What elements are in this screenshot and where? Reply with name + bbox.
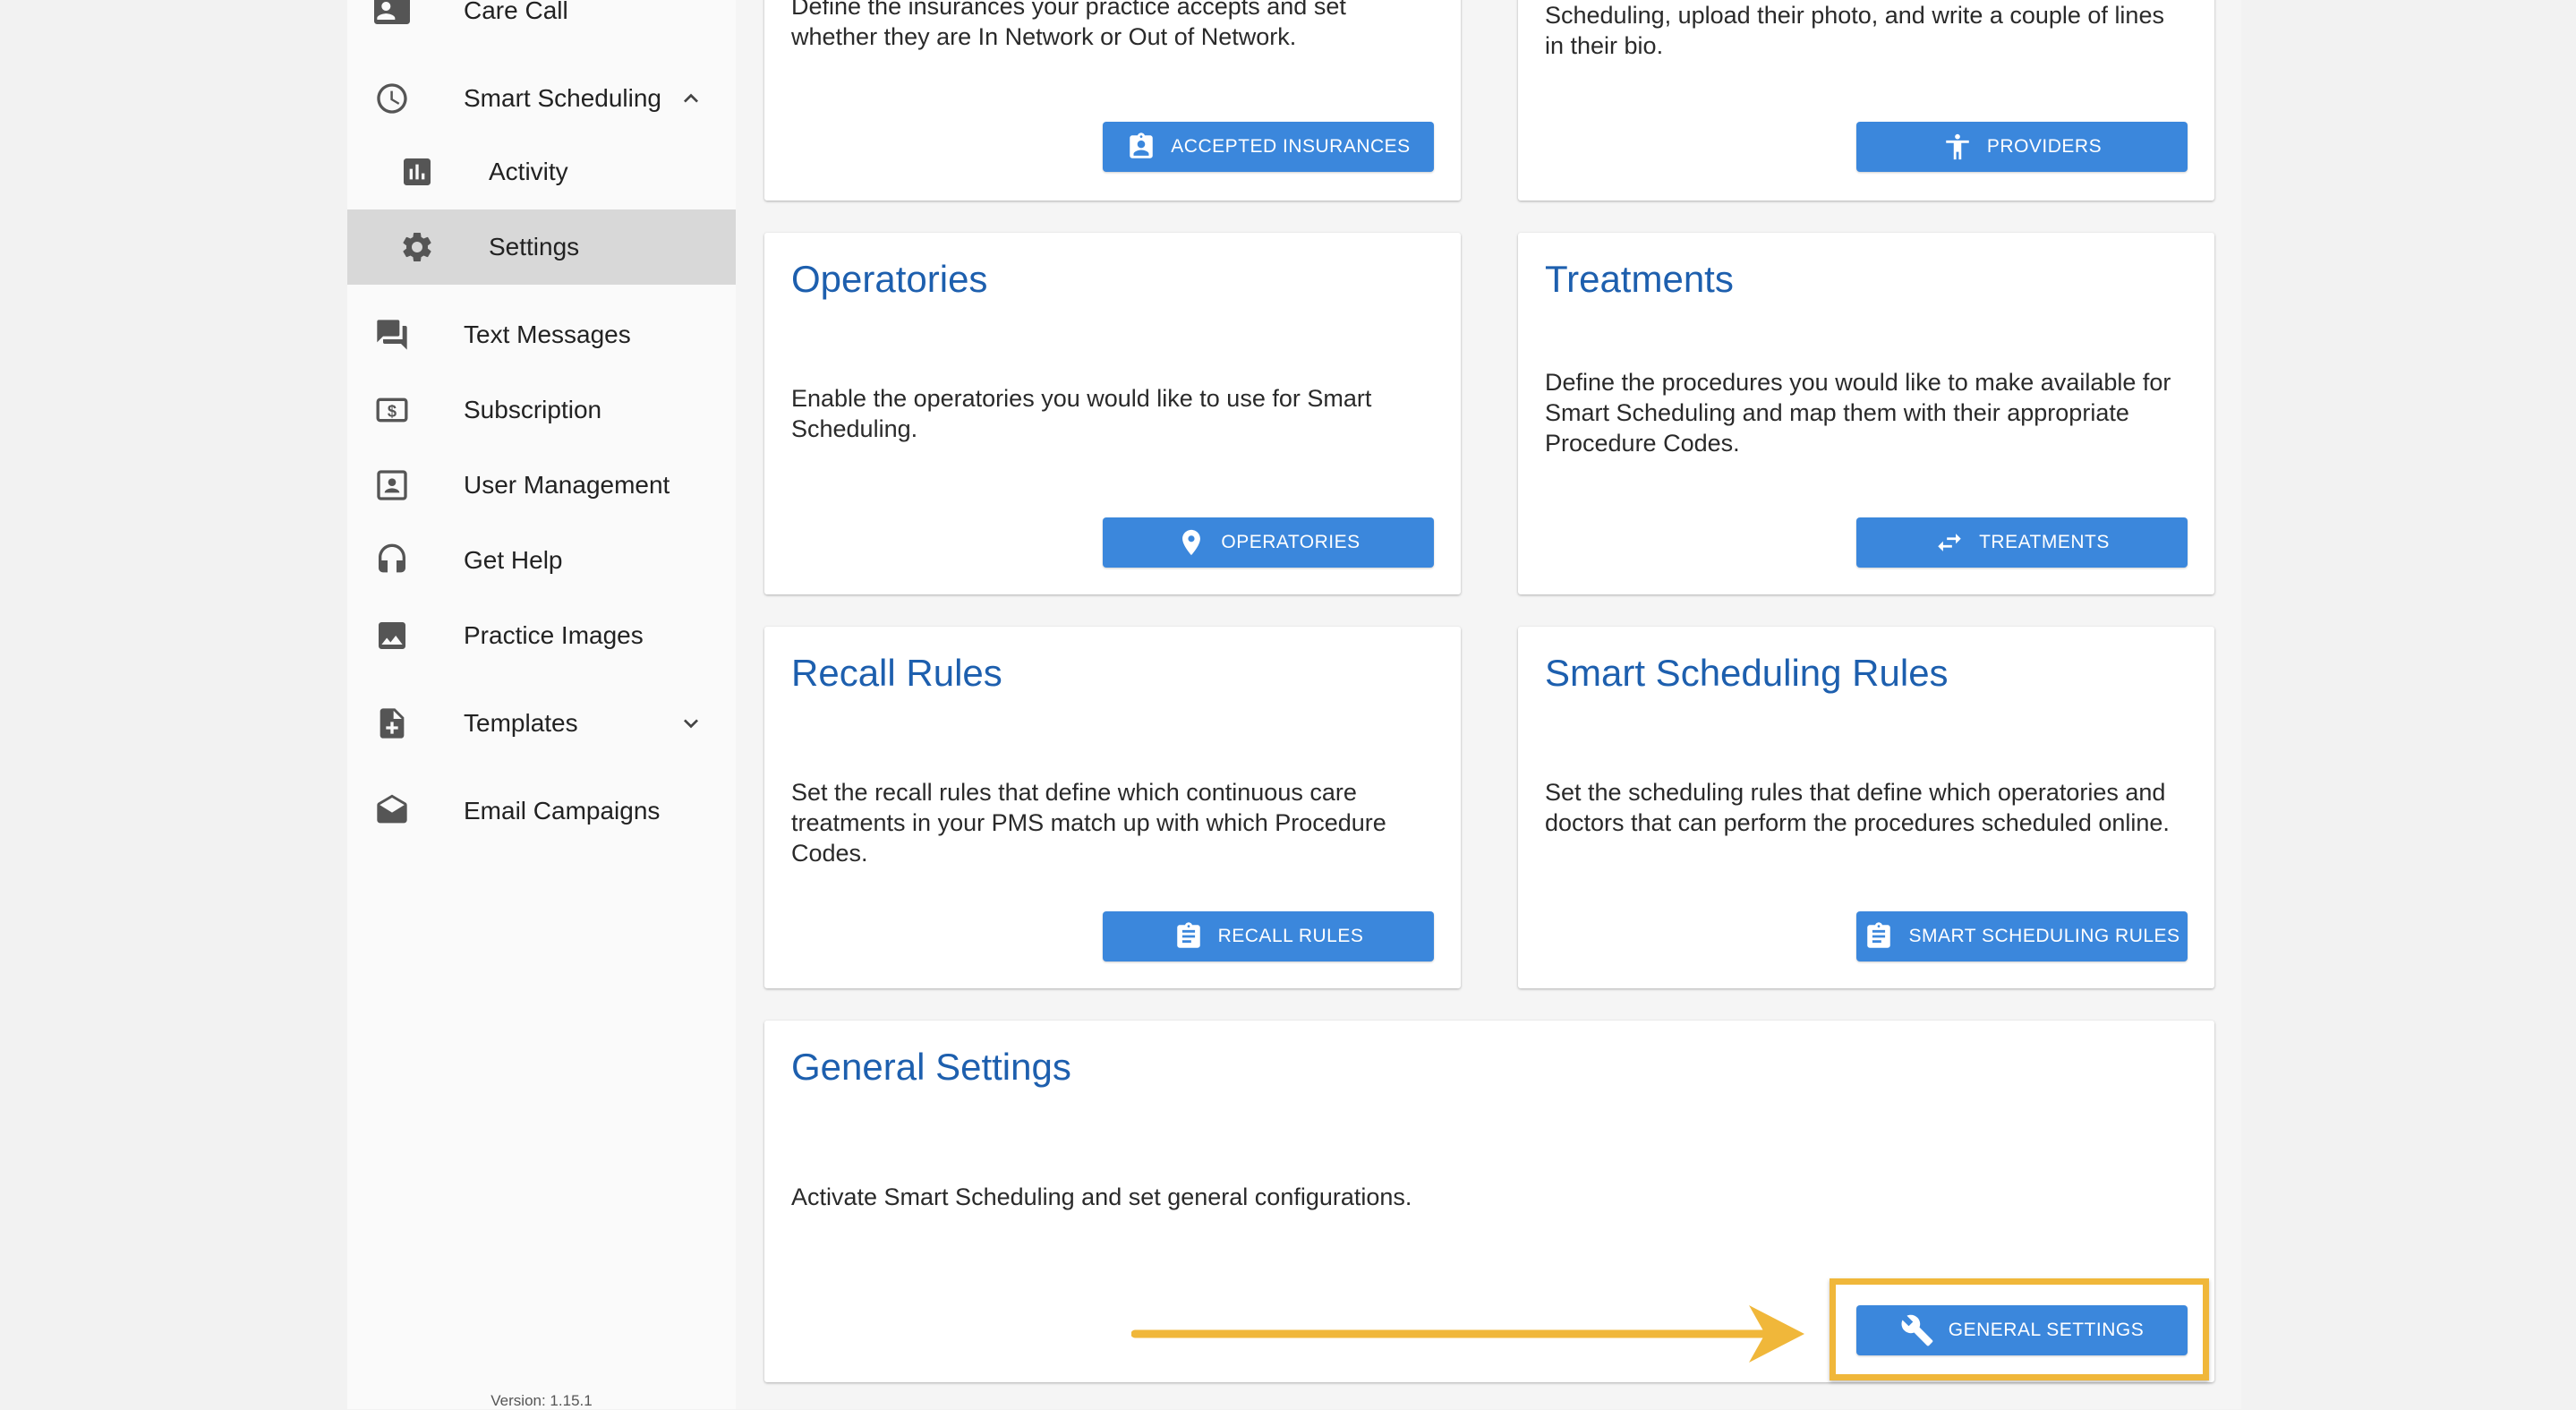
headset-icon xyxy=(374,543,410,578)
pointer-arrow-icon xyxy=(1131,1305,1804,1363)
sidebar-item-label: Smart Scheduling xyxy=(464,84,662,112)
button-label: OPERATORIES xyxy=(1221,532,1361,552)
bar-chart-icon xyxy=(399,154,435,190)
sidebar-item-subscription[interactable]: $ Subscription xyxy=(347,372,736,448)
card-recall-rules: Recall Rules Set the recall rules that d… xyxy=(764,627,1461,988)
card-description: Enable the operatories you would like to… xyxy=(791,385,1372,442)
card-operatories: Operatories Enable the operatories you w… xyxy=(764,233,1461,594)
sidebar-item-templates[interactable]: Templates xyxy=(347,686,736,761)
sidebar-item-user-management[interactable]: User Management xyxy=(347,448,736,523)
card-description: Define the insurances your practice acce… xyxy=(791,0,1346,50)
sidebar-item-label: Care Call xyxy=(464,0,568,24)
highlight-box xyxy=(1830,1278,2209,1380)
sidebar-item-label: User Management xyxy=(464,471,670,499)
card-title: General Settings xyxy=(791,1046,1071,1088)
card-title: Operatories xyxy=(791,258,988,300)
sidebar-item-practice-images[interactable]: Practice Images xyxy=(347,598,736,673)
id-badge-icon xyxy=(1126,132,1156,162)
recall-rules-button[interactable]: RECALL RULES xyxy=(1103,911,1434,961)
sidebar-item-get-help[interactable]: Get Help xyxy=(347,523,736,598)
add-document-icon xyxy=(374,705,410,741)
card-title: Recall Rules xyxy=(791,652,1002,694)
button-label: PROVIDERS xyxy=(1986,136,2103,157)
card-description: Activate Smart Scheduling and set genera… xyxy=(791,1184,1412,1210)
chevron-down-icon[interactable] xyxy=(677,709,705,738)
location-pin-icon xyxy=(1176,527,1207,558)
sidebar-item-label: Practice Images xyxy=(464,621,644,649)
card-title: Smart Scheduling Rules xyxy=(1545,652,1949,694)
sidebar-item-label: Templates xyxy=(464,709,578,737)
card-smart-scheduling-rules: Smart Scheduling Rules Set the schedulin… xyxy=(1518,627,2214,988)
button-label: TREATMENTS xyxy=(1979,532,2110,552)
sidebar-item-label: Settings xyxy=(489,233,580,261)
card-description: Set the scheduling rules that define whi… xyxy=(1545,779,2170,836)
card-insurances: Define the insurances your practice acce… xyxy=(764,0,1461,201)
version-label: Version: 1.15.1 xyxy=(490,1392,593,1409)
user-card-icon xyxy=(374,467,410,503)
card-providers: Scheduling, upload their photo, and writ… xyxy=(1518,0,2214,201)
swap-arrows-icon xyxy=(1934,527,1965,558)
treatments-button[interactable]: TREATMENTS xyxy=(1856,517,2188,568)
clock-icon xyxy=(374,81,410,116)
sidebar-item-label: Get Help xyxy=(464,546,563,574)
contact-phone-icon xyxy=(374,0,410,29)
button-label: SMART SCHEDULING RULES xyxy=(1908,926,2180,946)
accessibility-person-icon xyxy=(1942,132,1973,162)
card-treatments: Treatments Define the procedures you wou… xyxy=(1518,233,2214,594)
sidebar-item-smart-scheduling[interactable]: Smart Scheduling xyxy=(347,61,736,136)
sidebar-item-label: Activity xyxy=(489,158,568,185)
svg-text:$: $ xyxy=(388,402,397,421)
clipboard-icon xyxy=(1173,921,1204,952)
accepted-insurances-button[interactable]: ACCEPTED INSURANCES xyxy=(1103,122,1434,172)
sidebar-item-activity[interactable]: Activity xyxy=(347,134,736,209)
providers-button[interactable]: PROVIDERS xyxy=(1856,122,2188,172)
sidebar-item-email-campaigns[interactable]: Email Campaigns xyxy=(347,773,736,849)
clipboard-icon xyxy=(1864,921,1894,952)
card-description: Define the procedures you would like to … xyxy=(1545,369,2171,457)
sidebar-item-settings[interactable]: Settings xyxy=(347,209,736,285)
sidebar: Care Call Smart Scheduling Activity Sett… xyxy=(347,0,737,1409)
card-title: Treatments xyxy=(1545,258,1734,300)
chat-icon xyxy=(374,317,410,353)
dollar-icon: $ xyxy=(374,392,410,428)
sidebar-item-label: Text Messages xyxy=(464,320,631,348)
gear-icon xyxy=(399,229,435,265)
operatories-button[interactable]: OPERATORIES xyxy=(1103,517,1434,568)
open-mail-icon xyxy=(374,793,410,829)
button-label: ACCEPTED INSURANCES xyxy=(1171,136,1411,157)
sidebar-item-care-call[interactable]: Care Call xyxy=(347,0,736,48)
smart-scheduling-rules-button[interactable]: SMART SCHEDULING RULES xyxy=(1856,911,2188,961)
sidebar-item-label: Email Campaigns xyxy=(464,797,661,825)
sidebar-item-text-messages[interactable]: Text Messages xyxy=(347,297,736,372)
button-label: RECALL RULES xyxy=(1217,926,1364,946)
sidebar-item-label: Subscription xyxy=(464,396,602,423)
chevron-up-icon[interactable] xyxy=(677,84,705,113)
image-icon xyxy=(374,618,410,654)
card-description: Set the recall rules that define which c… xyxy=(791,779,1386,867)
card-description: Scheduling, upload their photo, and writ… xyxy=(1545,2,2164,59)
